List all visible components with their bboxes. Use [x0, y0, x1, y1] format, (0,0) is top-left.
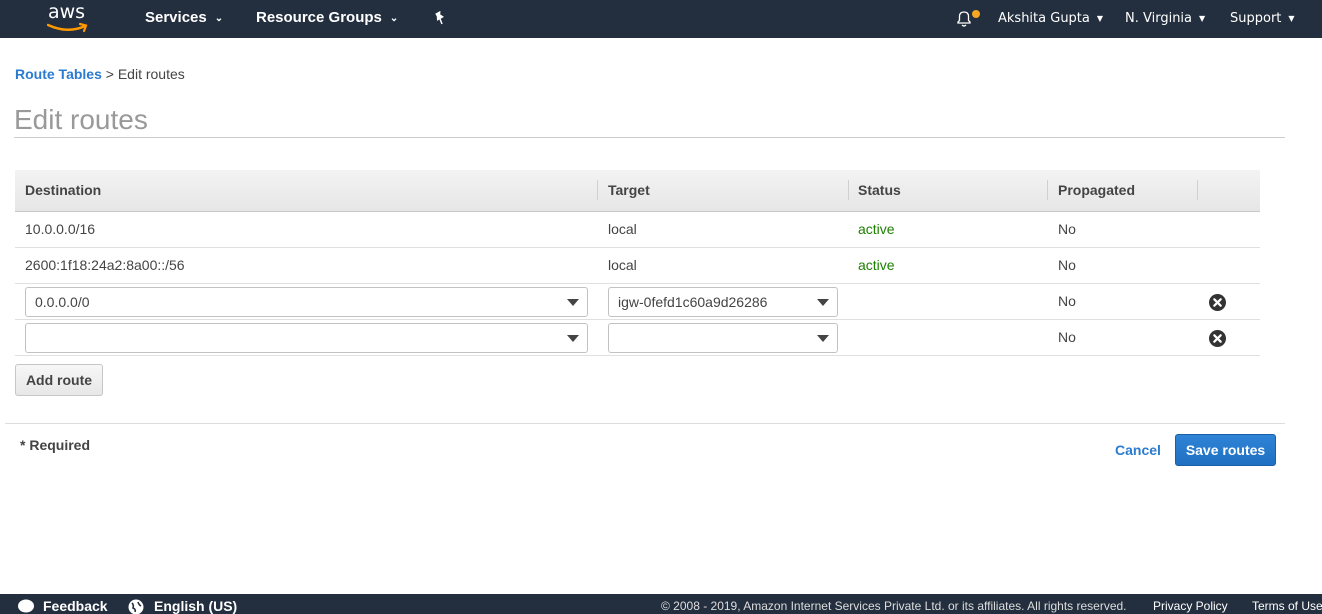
top-navigation-bar: aws Services ⌄ Resource Groups ⌄ Akshita G… — [0, 0, 1322, 38]
title-divider — [14, 137, 1285, 138]
propagated-cell: No — [1058, 329, 1076, 345]
language-selector[interactable]: English (US) — [154, 598, 237, 614]
target-select[interactable] — [608, 323, 838, 353]
speech-bubble-icon — [18, 599, 34, 613]
caret-down-icon — [817, 299, 829, 306]
target-value: igw-0fefd1c60a9d26286 — [618, 294, 768, 310]
breadcrumb-route-tables-link[interactable]: Route Tables — [15, 66, 102, 82]
chevron-down-icon: ⌄ — [389, 13, 399, 24]
aws-logo[interactable]: aws — [47, 1, 93, 34]
resource-groups-menu[interactable]: Resource Groups ⌄ — [256, 0, 398, 38]
breadcrumb-current: Edit routes — [117, 66, 185, 82]
privacy-policy-link[interactable]: Privacy Policy — [1153, 599, 1228, 613]
column-header-status: Status — [858, 182, 901, 198]
destination-cell: 2600:1f18:24a2:8a00::/56 — [25, 257, 185, 273]
user-menu[interactable]: Akshita Gupta ▼ — [998, 0, 1103, 38]
feedback-link[interactable]: Feedback — [43, 598, 108, 614]
user-name: Akshita Gupta — [998, 11, 1090, 26]
table-row: No — [15, 320, 1260, 356]
bottom-bar: Feedback English (US) © 2008 - 2019, Ama… — [0, 594, 1322, 614]
status-cell: active — [858, 221, 895, 237]
caret-down-icon: ▼ — [1288, 14, 1295, 23]
breadcrumb-separator: > — [101, 66, 118, 82]
save-routes-button[interactable]: Save routes — [1175, 434, 1276, 466]
destination-cell: 10.0.0.0/16 — [25, 221, 96, 237]
region-name: N. Virginia — [1125, 11, 1193, 26]
required-note: * Required — [20, 437, 91, 453]
aws-smile-icon — [47, 22, 88, 33]
bell-icon[interactable] — [954, 9, 974, 29]
column-header-destination: Destination — [25, 182, 102, 198]
region-menu[interactable]: N. Virginia ▼ — [1125, 0, 1205, 38]
destination-select[interactable] — [25, 323, 588, 353]
propagated-cell: No — [1058, 221, 1076, 237]
caret-down-icon — [567, 299, 579, 306]
column-header-target: Target — [608, 182, 650, 198]
propagated-cell: No — [1058, 293, 1076, 309]
remove-route-icon[interactable] — [1209, 294, 1226, 311]
table-header: Destination Target Status Propagated — [15, 170, 1260, 212]
notification-dot — [972, 10, 980, 18]
table-row: 0.0.0.0/0 igw-0fefd1c60a9d26286 No — [15, 284, 1260, 320]
support-label: Support — [1230, 11, 1282, 26]
routes-table: Destination Target Status Propagated 10.… — [15, 170, 1260, 356]
destination-select[interactable]: 0.0.0.0/0 — [25, 287, 588, 317]
add-route-button[interactable]: Add route — [15, 364, 103, 396]
remove-route-icon[interactable] — [1209, 330, 1226, 347]
pushpin-icon[interactable] — [433, 11, 447, 25]
caret-down-icon — [567, 335, 579, 342]
aws-logo-text: aws — [48, 1, 86, 23]
page-title: Edit routes — [14, 104, 148, 135]
globe-icon — [128, 599, 144, 614]
support-menu[interactable]: Support ▼ — [1230, 0, 1295, 38]
target-cell: local — [608, 221, 637, 237]
table-row: 10.0.0.0/16 local active No — [15, 212, 1260, 248]
status-cell: active — [858, 257, 895, 273]
caret-down-icon — [817, 335, 829, 342]
copyright-text: © 2008 - 2019, Amazon Internet Services … — [661, 599, 1127, 613]
destination-value: 0.0.0.0/0 — [35, 294, 90, 310]
column-separator — [1197, 180, 1198, 200]
breadcrumb: Route Tables > Edit routes — [15, 66, 185, 82]
propagated-cell: No — [1058, 257, 1076, 273]
cancel-button[interactable]: Cancel — [1115, 442, 1161, 458]
services-menu[interactable]: Services ⌄ — [145, 0, 223, 38]
services-label: Services — [145, 9, 207, 26]
caret-down-icon: ▼ — [1096, 14, 1104, 23]
chevron-down-icon: ⌄ — [214, 13, 224, 24]
table-row: 2600:1f18:24a2:8a00::/56 local active No — [15, 248, 1260, 284]
terms-of-use-link[interactable]: Terms of Use — [1252, 599, 1322, 613]
target-cell: local — [608, 257, 637, 273]
resource-groups-label: Resource Groups — [256, 9, 382, 26]
caret-down-icon: ▼ — [1199, 14, 1206, 23]
target-select[interactable]: igw-0fefd1c60a9d26286 — [608, 287, 838, 317]
form-footer-divider — [5, 423, 1285, 424]
column-header-propagated: Propagated — [1058, 182, 1136, 198]
